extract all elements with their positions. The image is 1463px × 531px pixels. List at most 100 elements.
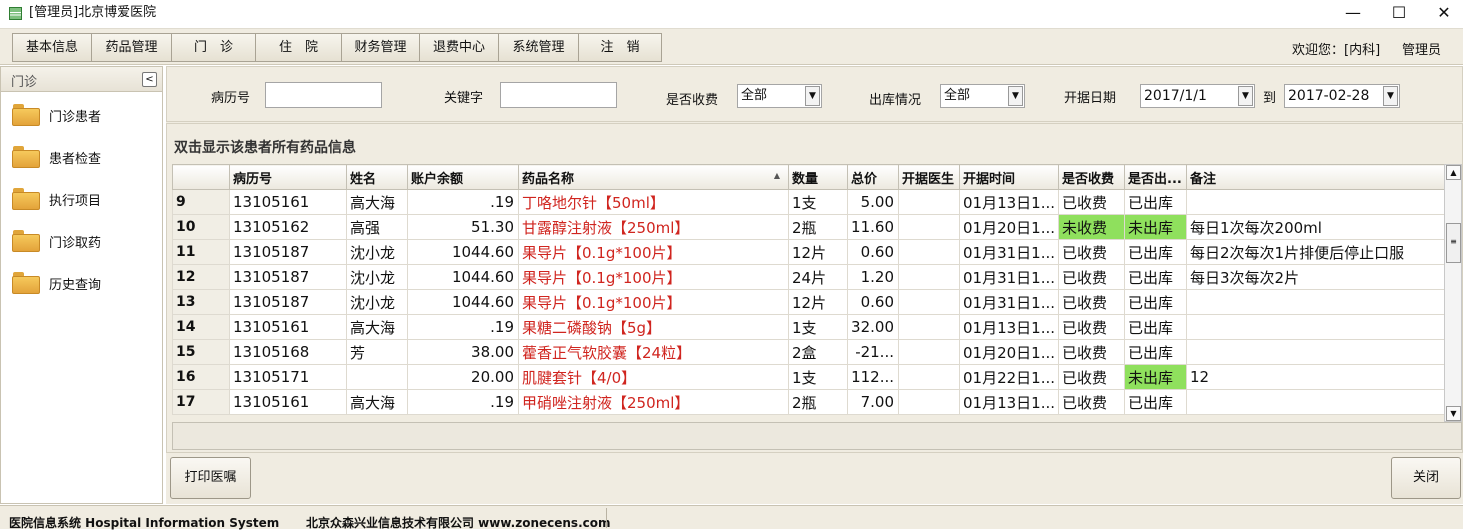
cell-dispensed: 已出库 — [1124, 189, 1187, 215]
col-time[interactable]: 开据时间 — [959, 164, 1059, 190]
table-row[interactable]: 16 13105171 20.00 肌腱套针【4/0】 1支 112... 01月22日1.… — [172, 364, 1445, 390]
dispensed-label: 出库情况 — [869, 93, 922, 108]
cell-note — [1186, 289, 1445, 315]
table-row[interactable]: 11 13105187 沈小龙 1044.60 果导片【0.1g*100片】 12片 0.6… — [172, 239, 1445, 265]
cell-name: 芳 — [346, 339, 408, 365]
menu-outpatient[interactable]: 门 诊 — [171, 33, 256, 62]
cell-quantity: 1支 — [788, 364, 848, 390]
cell-time: 01月13日1... — [959, 314, 1059, 340]
cell-record-no: 13105187 — [229, 239, 347, 265]
menu-drug-management[interactable]: 药品管理 — [91, 33, 172, 62]
col-quantity[interactable]: 数量 — [788, 164, 848, 190]
cell-doctor — [898, 364, 960, 390]
cell-doctor — [898, 264, 960, 290]
menu-system-management[interactable]: 系统管理 — [498, 33, 579, 62]
record-no-label: 病历号 — [211, 91, 251, 106]
cell-total: 7.00 — [847, 389, 899, 415]
dispensed-select[interactable]: 全部 ▼ — [940, 84, 1025, 108]
table-row[interactable]: 13 13105187 沈小龙 1044.60 果导片【0.1g*100片】 12片 0.6… — [172, 289, 1445, 315]
sidebar-item-label: 门诊患者 — [49, 110, 102, 125]
table-row[interactable]: 9 13105161 高大海 .19 丁咯地尔针【50ml】 1支 5.00 01月13日1.… — [172, 189, 1445, 215]
cell-total: 0.60 — [847, 289, 899, 315]
record-no-input[interactable] — [265, 82, 382, 108]
cell-doctor — [898, 214, 960, 240]
cell-note — [1186, 389, 1445, 415]
col-note[interactable]: 备注 — [1186, 164, 1445, 190]
cell-name: 高大海 — [346, 189, 408, 215]
folder-icon — [12, 272, 40, 294]
menu-inpatient[interactable]: 住 院 — [255, 33, 342, 62]
cell-time: 01月13日1... — [959, 189, 1059, 215]
sidebar-item-outpatient-patients[interactable]: 门诊患者 — [12, 101, 152, 129]
row-number: 16 — [172, 364, 230, 390]
date-to-picker[interactable]: 2017-02-28 ▼ — [1284, 84, 1400, 108]
cell-quantity: 12片 — [788, 289, 848, 315]
date-from-value: 2017/1/1 — [1144, 88, 1207, 104]
cell-charged: 已收费 — [1058, 389, 1125, 415]
menu-logout[interactable]: 注 销 — [578, 33, 662, 62]
cell-name: 沈小龙 — [346, 239, 408, 265]
table-row[interactable]: 12 13105187 沈小龙 1044.60 果导片【0.1g*100片】 24片 1.2… — [172, 264, 1445, 290]
table-row[interactable]: 17 13105161 高大海 .19 甲硝唑注射液【250ml】 2瓶 7.00 01月13… — [172, 389, 1445, 415]
cell-dispensed: 已出库 — [1124, 289, 1187, 315]
cell-drug-name: 果导片【0.1g*100片】 — [518, 289, 789, 315]
menu-refund-center[interactable]: 退费中心 — [419, 33, 499, 62]
vertical-scrollbar[interactable]: ▲ ≡ ▼ — [1444, 164, 1462, 422]
sidebar-item-patient-exam[interactable]: 患者检查 — [12, 143, 152, 171]
cell-total: 5.00 — [847, 189, 899, 215]
sidebar-item-dispense-drugs[interactable]: 门诊取药 — [12, 227, 152, 255]
row-number: 11 — [172, 239, 230, 265]
charged-select[interactable]: 全部 ▼ — [737, 84, 822, 108]
cell-quantity: 24片 — [788, 264, 848, 290]
scroll-down-icon[interactable]: ▼ — [1446, 406, 1461, 421]
status-divider — [606, 508, 607, 528]
col-charged[interactable]: 是否收费 — [1058, 164, 1125, 190]
row-number: 17 — [172, 389, 230, 415]
table-row[interactable]: 10 13105162 高强 51.30 甘露醇注射液【250ml】 2瓶 11.60 01月… — [172, 214, 1445, 240]
table-row[interactable]: 14 13105161 高大海 .19 果糖二磷酸钠【5g】 1支 32.00 01月13日1… — [172, 314, 1445, 340]
cell-balance: 1044.60 — [407, 289, 519, 315]
sort-asc-icon: ▲ — [773, 171, 780, 180]
sidebar: 门诊 < 门诊患者 患者检查 执行项目 门诊取药 历史查询 — [0, 66, 163, 504]
window-title: [管理员]北京博爱医院 — [29, 5, 157, 20]
minimize-button[interactable]: — — [1330, 0, 1376, 28]
print-orders-button[interactable]: 打印医嘱 — [170, 457, 251, 499]
date-from-picker[interactable]: 2017/1/1 ▼ — [1140, 84, 1255, 108]
menu-basic-info[interactable]: 基本信息 — [12, 33, 92, 62]
table-row[interactable]: 15 13105168 芳 38.00 藿香正气软胶囊【24粒】 2盒 -21... 01月2… — [172, 339, 1445, 365]
cell-dispensed: 未出库 — [1124, 364, 1187, 390]
close-window-button[interactable]: ✕ — [1421, 0, 1463, 28]
col-drug-name[interactable]: 药品名称 ▲ — [518, 164, 789, 190]
table-header-row: 病历号 姓名 账户余额 药品名称 ▲ 数量 总价 开据医生 开据时间 是否收费 是… — [172, 164, 1445, 190]
scroll-up-icon[interactable]: ▲ — [1446, 165, 1461, 180]
row-number: 14 — [172, 314, 230, 340]
col-row-number[interactable] — [172, 164, 230, 190]
scroll-thumb[interactable]: ≡ — [1446, 223, 1461, 263]
sidebar-item-execute-items[interactable]: 执行项目 — [12, 185, 152, 213]
col-total[interactable]: 总价 — [847, 164, 899, 190]
col-dispensed[interactable]: 是否出... — [1124, 164, 1187, 190]
col-doctor[interactable]: 开据医生 — [898, 164, 960, 190]
sidebar-item-history-query[interactable]: 历史查询 — [12, 269, 152, 297]
menu-finance[interactable]: 财务管理 — [341, 33, 420, 62]
cell-record-no: 13105171 — [229, 364, 347, 390]
cell-dispensed: 已出库 — [1124, 239, 1187, 265]
cell-drug-name: 果导片【0.1g*100片】 — [518, 239, 789, 265]
sidebar-item-label: 门诊取药 — [49, 236, 102, 251]
collapse-sidebar-button[interactable]: < — [142, 72, 157, 87]
col-balance[interactable]: 账户余额 — [407, 164, 519, 190]
status-system-name: 医院信息系统 Hospital Information System — [9, 516, 280, 530]
close-button[interactable]: 关闭 — [1391, 457, 1461, 499]
cell-name: 高大海 — [346, 314, 408, 340]
col-record-no[interactable]: 病历号 — [229, 164, 347, 190]
cell-balance: 20.00 — [407, 364, 519, 390]
charged-label: 是否收费 — [666, 93, 719, 108]
cell-total: 1.20 — [847, 264, 899, 290]
table-body: 9 13105161 高大海 .19 丁咯地尔针【50ml】 1支 5.00 01月13日1.… — [172, 189, 1445, 415]
folder-icon — [12, 230, 40, 252]
col-name[interactable]: 姓名 — [346, 164, 408, 190]
cell-total: 0.60 — [847, 239, 899, 265]
keyword-input[interactable] — [500, 82, 617, 108]
maximize-button[interactable]: ☐ — [1376, 0, 1422, 28]
cell-record-no: 13105168 — [229, 339, 347, 365]
